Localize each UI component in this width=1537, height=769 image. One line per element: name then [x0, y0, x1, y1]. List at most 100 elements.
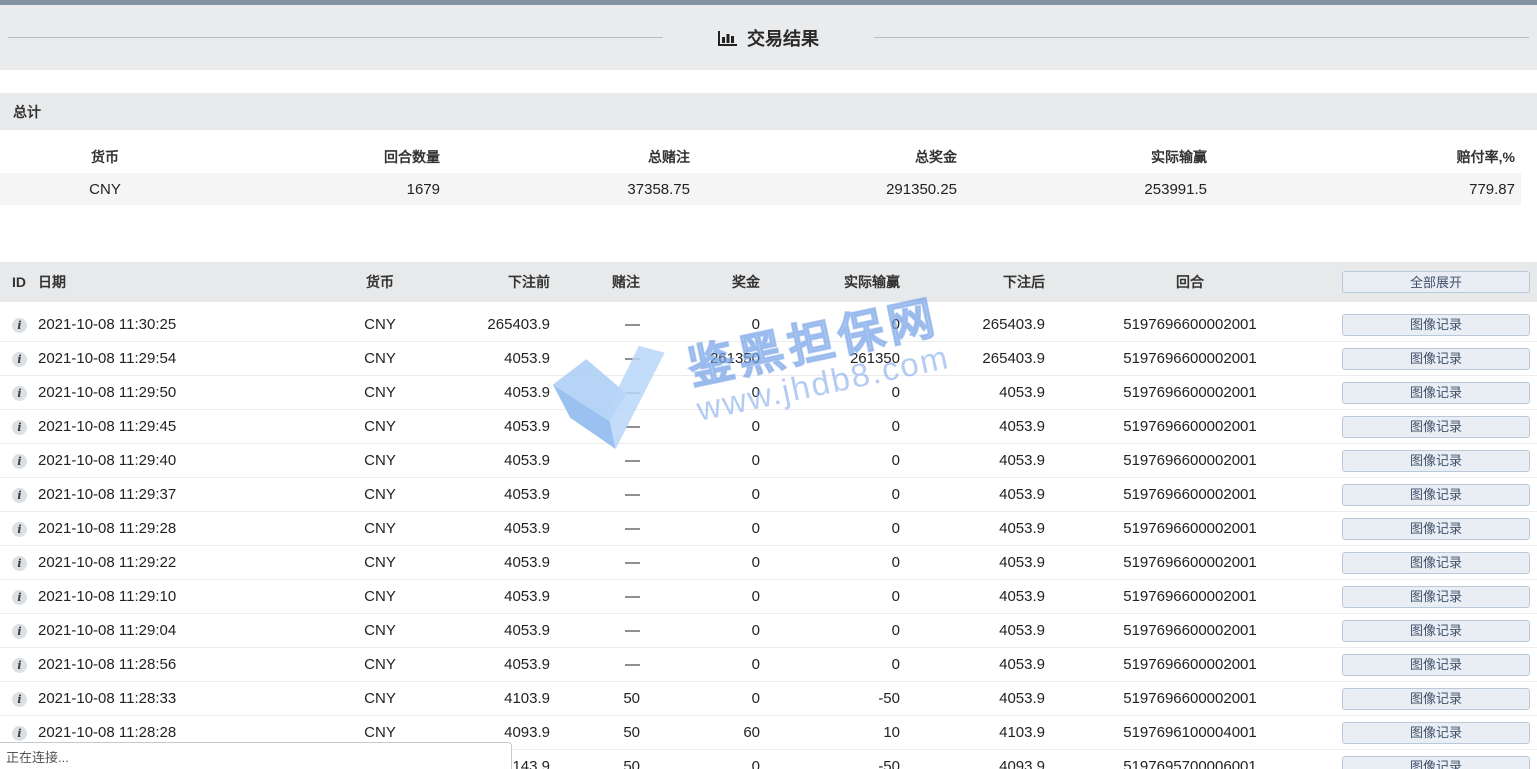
- col-header-id: ID: [0, 274, 30, 290]
- row-round: 5197696600002001: [1045, 418, 1335, 435]
- row-after: 4053.9: [900, 452, 1045, 469]
- image-record-button[interactable]: 图像记录: [1342, 348, 1530, 370]
- row-date: 2021-10-08 11:29:28: [30, 520, 340, 537]
- image-record-button[interactable]: 图像记录: [1342, 450, 1530, 472]
- row-date: 2021-10-08 11:29:04: [30, 622, 340, 639]
- row-id-cell: i: [0, 350, 30, 367]
- info-icon[interactable]: i: [12, 522, 27, 537]
- image-record-button[interactable]: 图像记录: [1342, 756, 1530, 769]
- row-prize: 0: [640, 452, 760, 469]
- summary-header-net-winloss: 实际输赢: [957, 147, 1207, 167]
- row-prize: 0: [640, 758, 760, 769]
- row-round: 5197695700006001: [1045, 758, 1335, 769]
- row-prize: 261350: [640, 350, 760, 367]
- row-winloss: 0: [760, 384, 900, 401]
- image-record-button[interactable]: 图像记录: [1342, 552, 1530, 574]
- summary-total-bet: 37358.75: [440, 181, 690, 198]
- row-bet: 50: [550, 758, 640, 769]
- row-winloss: 10: [760, 724, 900, 741]
- info-icon[interactable]: i: [12, 454, 27, 469]
- summary-currency: CNY: [0, 181, 210, 198]
- row-prize: 0: [640, 690, 760, 707]
- expand-all-button[interactable]: 全部展开: [1342, 271, 1530, 293]
- row-round: 5197696100004001: [1045, 724, 1335, 741]
- table-row: i 2021-10-08 11:28:33 CNY 4103.9 50 0 -5…: [0, 682, 1537, 716]
- status-bar-text: 正在连接...: [6, 747, 69, 766]
- row-date: 2021-10-08 11:29:10: [30, 588, 340, 605]
- row-after: 265403.9: [900, 350, 1045, 367]
- row-before: 265403.9: [420, 316, 550, 333]
- row-winloss: 0: [760, 588, 900, 605]
- image-record-button[interactable]: 图像记录: [1342, 688, 1530, 710]
- row-bet: —: [550, 350, 640, 367]
- image-record-button[interactable]: 图像记录: [1342, 518, 1530, 540]
- row-after: 4053.9: [900, 588, 1045, 605]
- table-row: i 2021-10-08 11:29:54 CNY 4053.9 — 26135…: [0, 342, 1537, 376]
- table-row: i 2021-10-08 11:29:40 CNY 4053.9 — 0 0 4…: [0, 444, 1537, 478]
- col-header-bet: 赌注: [550, 272, 640, 292]
- table-body: i 2021-10-08 11:30:25 CNY 265403.9 — 0 0…: [0, 308, 1537, 769]
- row-id-cell: i: [0, 486, 30, 503]
- summary-rounds: 1679: [210, 181, 440, 198]
- info-icon[interactable]: i: [12, 488, 27, 503]
- row-after: 4103.9: [900, 724, 1045, 741]
- image-record-button[interactable]: 图像记录: [1342, 722, 1530, 744]
- row-currency: CNY: [340, 486, 420, 503]
- image-record-button[interactable]: 图像记录: [1342, 586, 1530, 608]
- image-record-button[interactable]: 图像记录: [1342, 484, 1530, 506]
- row-winloss: 0: [760, 622, 900, 639]
- row-before: 4053.9: [420, 350, 550, 367]
- header-rule-left: [8, 37, 663, 38]
- row-id-cell: i: [0, 724, 30, 741]
- row-id-cell: i: [0, 316, 30, 333]
- summary-header-total-bet: 总赌注: [440, 147, 690, 167]
- row-currency: CNY: [340, 622, 420, 639]
- image-record-button[interactable]: 图像记录: [1342, 416, 1530, 438]
- info-icon[interactable]: i: [12, 658, 27, 673]
- row-id-cell: i: [0, 656, 30, 673]
- summary-header-currency: 货币: [0, 147, 210, 167]
- info-icon[interactable]: i: [12, 726, 27, 741]
- row-before: 4053.9: [420, 622, 550, 639]
- info-icon[interactable]: i: [12, 624, 27, 639]
- row-round: 5197696600002001: [1045, 656, 1335, 673]
- info-icon[interactable]: i: [12, 318, 27, 333]
- row-winloss: 0: [760, 316, 900, 333]
- row-after: 4053.9: [900, 418, 1045, 435]
- info-icon[interactable]: i: [12, 420, 27, 435]
- totals-section-title: 总计: [13, 102, 41, 122]
- table-header-row: ID 日期 货币 下注前 赌注 奖金 实际输赢 下注后 回合 全部展开: [0, 262, 1537, 302]
- info-icon[interactable]: i: [12, 386, 27, 401]
- info-icon[interactable]: i: [12, 352, 27, 367]
- summary-net-winloss: 253991.5: [957, 181, 1207, 198]
- page-header: 交易结果: [0, 5, 1537, 70]
- row-round: 5197696600002001: [1045, 622, 1335, 639]
- row-round: 5197696600002001: [1045, 316, 1335, 333]
- table-row: i 2021-10-08 11:29:22 CNY 4053.9 — 0 0 4…: [0, 546, 1537, 580]
- row-after: 265403.9: [900, 316, 1045, 333]
- row-id-cell: i: [0, 554, 30, 571]
- info-icon[interactable]: i: [12, 590, 27, 605]
- table-row: i 2021-10-08 11:30:25 CNY 265403.9 — 0 0…: [0, 308, 1537, 342]
- row-winloss: 0: [760, 452, 900, 469]
- row-date: 2021-10-08 11:29:45: [30, 418, 340, 435]
- row-currency: CNY: [340, 384, 420, 401]
- row-id-cell: i: [0, 690, 30, 707]
- image-record-button[interactable]: 图像记录: [1342, 314, 1530, 336]
- row-before: 4093.9: [420, 724, 550, 741]
- row-prize: 0: [640, 588, 760, 605]
- row-currency: CNY: [340, 520, 420, 537]
- row-round: 5197696600002001: [1045, 520, 1335, 537]
- row-round: 5197696600002001: [1045, 452, 1335, 469]
- info-icon[interactable]: i: [12, 556, 27, 571]
- row-before: 4053.9: [420, 554, 550, 571]
- row-bet: —: [550, 384, 640, 401]
- row-id-cell: i: [0, 520, 30, 537]
- image-record-button[interactable]: 图像记录: [1342, 382, 1530, 404]
- row-bet: 50: [550, 724, 640, 741]
- image-record-button[interactable]: 图像记录: [1342, 654, 1530, 676]
- info-icon[interactable]: i: [12, 692, 27, 707]
- image-record-button[interactable]: 图像记录: [1342, 620, 1530, 642]
- row-winloss: -50: [760, 690, 900, 707]
- row-prize: 0: [640, 520, 760, 537]
